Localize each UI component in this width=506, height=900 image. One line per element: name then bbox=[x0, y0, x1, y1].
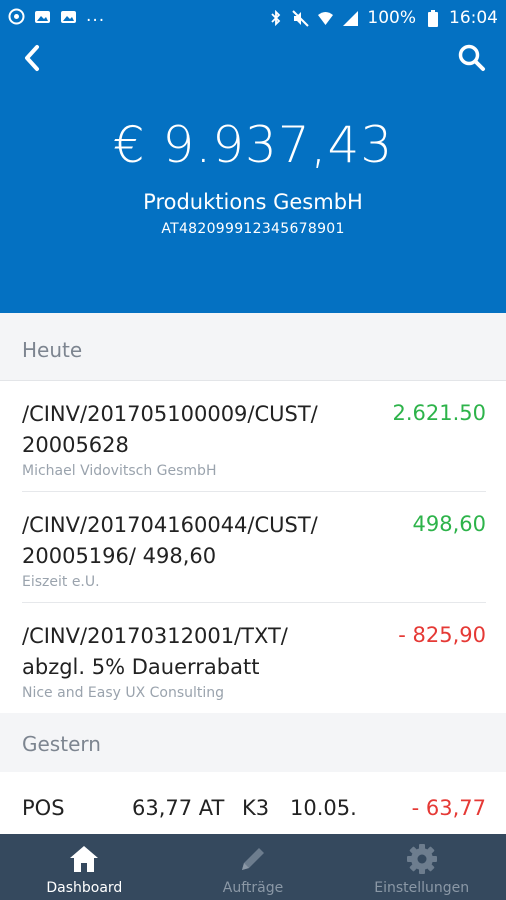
transaction-reference: /CINV/201705100009/CUST/ 20005628 bbox=[22, 402, 318, 457]
tab-label: Dashboard bbox=[46, 880, 123, 896]
home-icon bbox=[67, 842, 101, 876]
transaction-row[interactable]: POS 63,77 AT K3 10.05. - 63,77 bbox=[0, 772, 506, 842]
tab-label: Einstellungen bbox=[374, 880, 470, 896]
signal-icon bbox=[342, 10, 359, 27]
transaction-row[interactable]: /CINV/20170312001/TXT/ abzgl. 5% Dauerra… bbox=[22, 603, 486, 713]
transaction-list-today: /CINV/201705100009/CUST/ 20005628 Michae… bbox=[0, 381, 506, 713]
transaction-row[interactable]: /CINV/201704160044/CUST/ 20005196/ 498,6… bbox=[22, 492, 486, 603]
battery-icon bbox=[424, 9, 441, 27]
mute-icon bbox=[292, 9, 310, 27]
wifi-icon bbox=[317, 10, 334, 27]
transaction-amount: - 63,77 bbox=[411, 796, 486, 820]
photo-icon bbox=[34, 8, 51, 25]
transaction-date: 10.05. bbox=[290, 796, 357, 820]
transaction-reference: /CINV/201704160044/CUST/ 20005196/ 498,6… bbox=[22, 513, 318, 568]
transaction-amount: 498,60 bbox=[412, 512, 486, 536]
battery-percent: 100% bbox=[367, 8, 416, 28]
vpn-icon bbox=[8, 8, 25, 25]
tab-settings[interactable]: Einstellungen bbox=[337, 834, 506, 900]
tab-orders[interactable]: Aufträge bbox=[169, 834, 338, 900]
transaction-amount: - 825,90 bbox=[398, 623, 486, 647]
bluetooth-icon bbox=[267, 9, 284, 27]
more-notifications-indicator: ... bbox=[86, 6, 106, 26]
system-indicators: 100% 16:04 bbox=[267, 8, 498, 28]
tab-dashboard[interactable]: Dashboard bbox=[0, 834, 169, 900]
photo-icon-2 bbox=[60, 8, 77, 25]
transaction-type: POS bbox=[22, 796, 65, 820]
search-icon bbox=[458, 44, 485, 71]
pencil-icon bbox=[236, 842, 270, 876]
transaction-counterparty: Nice and Easy UX Consulting bbox=[22, 685, 225, 701]
account-balance: € 9.937,43 bbox=[112, 116, 394, 174]
transaction-reference-code: K3 bbox=[242, 796, 270, 820]
status-bar: ... 100% 16:04 bbox=[0, 0, 506, 36]
section-title: Gestern bbox=[22, 732, 101, 756]
back-button[interactable] bbox=[14, 40, 50, 76]
notification-icons: ... bbox=[8, 8, 105, 25]
transaction-amount: 2.621.50 bbox=[392, 401, 486, 425]
clock: 16:04 bbox=[449, 8, 498, 28]
account-name: Produktions GesmbH bbox=[143, 190, 363, 214]
chevron-left-icon bbox=[25, 45, 39, 71]
account-header: ... 100% 16:04 € 9.937,43 Produktions Ge… bbox=[0, 0, 506, 313]
transaction-row[interactable]: /CINV/201705100009/CUST/ 20005628 Michae… bbox=[22, 381, 486, 492]
section-header-yesterday: Gestern bbox=[0, 714, 506, 773]
tab-label: Aufträge bbox=[222, 880, 284, 896]
transaction-counterparty: Michael Vidovitsch GesmbH bbox=[22, 463, 217, 479]
transaction-reference: 63,77 AT bbox=[132, 796, 225, 820]
section-header-today: Heute bbox=[0, 320, 506, 381]
account-iban: AT482099912345678901 bbox=[161, 221, 345, 237]
transaction-counterparty: Eiszeit e.U. bbox=[22, 574, 100, 590]
search-button[interactable] bbox=[454, 40, 490, 76]
section-title: Heute bbox=[22, 338, 83, 362]
gear-icon bbox=[405, 842, 439, 876]
bottom-tab-bar: Dashboard Aufträge Einstellungen bbox=[0, 834, 506, 900]
transaction-reference: /CINV/20170312001/TXT/ abzgl. 5% Dauerra… bbox=[22, 624, 288, 679]
